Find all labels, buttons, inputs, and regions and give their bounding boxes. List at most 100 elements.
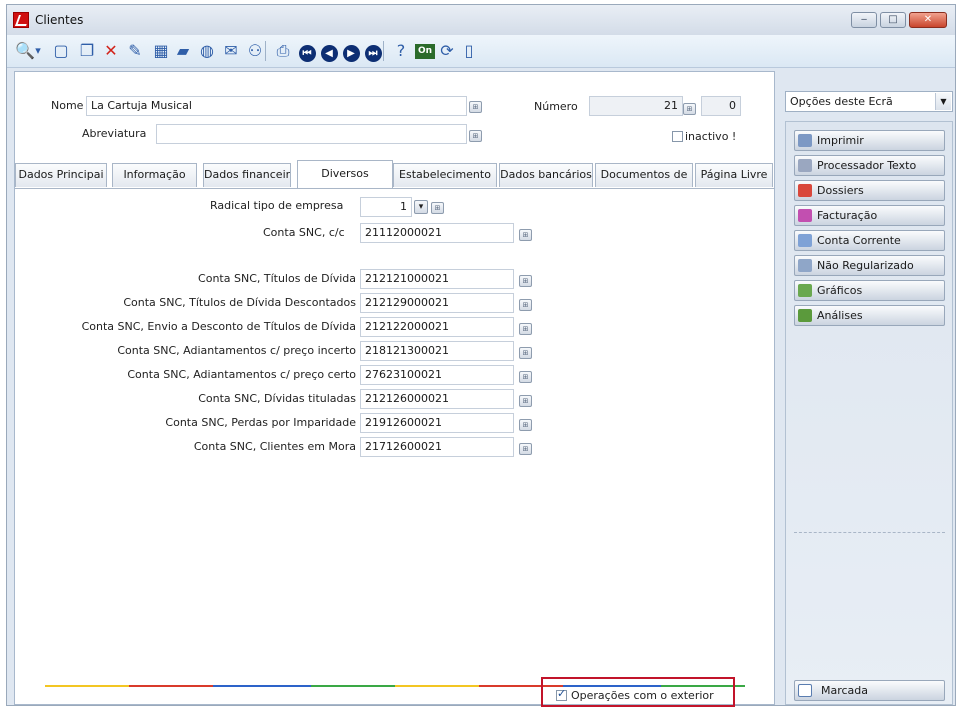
toolbar: 🔍 ▾ ▢ ❐ ✕ ✎ ▦ ▰ ◍ ✉ ⚇ ⎙ ⏮ ◀ ▶ ⏭? On ⟳ ▯	[7, 35, 955, 68]
numero-input[interactable]: 21	[589, 96, 683, 116]
conta-row-label: Conta SNC, Títulos de Dívida	[198, 272, 356, 285]
conta-row-input[interactable]: 212121000021	[360, 269, 514, 289]
new-document-icon[interactable]: ▢	[51, 41, 71, 61]
diversos-tab-panel: Radical tipo de empresa 1 ▾ ⊞ Conta SNC,…	[15, 188, 774, 707]
panel-divider	[794, 532, 945, 533]
title-bar: Clientes ‒ □ ✕	[7, 5, 955, 35]
chevron-down-icon[interactable]: ▼	[935, 93, 951, 110]
conta-row-input[interactable]: 212129000021	[360, 293, 514, 313]
help-icon[interactable]: ?	[391, 41, 411, 61]
side-button-label: Análises	[817, 309, 863, 322]
conta-row-input[interactable]: 218121300021	[360, 341, 514, 361]
database-icon[interactable]: ◍	[197, 41, 217, 61]
conta-row-label: Conta SNC, Dívidas tituladas	[198, 392, 356, 405]
on-icon[interactable]: On	[415, 44, 435, 59]
conta-row-input[interactable]: 21712600021	[360, 437, 514, 457]
conta-row-lookup-icon[interactable]: ⊞	[519, 275, 532, 287]
side-button-dossiers[interactable]: Dossiers	[794, 180, 945, 201]
conta-row-label: Conta SNC, Adiantamentos c/ preço certo	[127, 368, 356, 381]
radical-dropdown-button[interactable]: ▾	[414, 200, 428, 214]
side-button-label: Dossiers	[817, 184, 864, 197]
conta-cc-lookup-icon[interactable]: ⊞	[519, 229, 532, 241]
side-button-na-o-regularizado[interactable]: Não Regularizado	[794, 255, 945, 276]
nome-lookup-icon[interactable]: ⊞	[469, 101, 482, 113]
options-combo-value: Opções deste Ecrã	[790, 95, 893, 108]
abreviatura-input[interactable]	[156, 124, 467, 144]
copy-document-icon[interactable]: ❐	[77, 41, 97, 61]
abreviatura-label: Abreviatura	[82, 127, 147, 140]
binoculars-icon[interactable]: ⚇	[245, 41, 265, 61]
operacoes-exterior-checkbox[interactable]	[556, 687, 567, 701]
side-button-label: Gráficos	[817, 284, 863, 297]
side-button-conta-corrente[interactable]: Conta Corrente	[794, 230, 945, 251]
inactivo-checkbox[interactable]	[672, 131, 683, 142]
next-record-icon[interactable]: ▶	[341, 41, 361, 62]
close-button[interactable]: ✕	[909, 12, 947, 28]
edit-icon[interactable]: ✎	[125, 41, 145, 61]
tab-pa-gina-livre[interactable]: Página Livre	[695, 163, 773, 187]
conta-row-lookup-icon[interactable]: ⊞	[519, 299, 532, 311]
side-button-processador-texto[interactable]: Processador Texto	[794, 155, 945, 176]
window-title: Clientes	[35, 13, 84, 27]
conta-row-lookup-icon[interactable]: ⊞	[519, 395, 532, 407]
side-button-facturac-a-o[interactable]: Facturação	[794, 205, 945, 226]
conta-row-input[interactable]: 212126000021	[360, 389, 514, 409]
conta-row-lookup-icon[interactable]: ⊞	[519, 419, 532, 431]
dropdown-arrow-icon[interactable]: ▾	[33, 41, 43, 61]
marcada-label: Marcada	[821, 684, 869, 697]
print-preview-icon[interactable]: ⎙	[273, 41, 293, 61]
conta-row-input[interactable]: 27623100021	[360, 365, 514, 385]
previous-record-icon[interactable]: ◀	[319, 41, 339, 62]
side-button-imprimir[interactable]: Imprimir	[794, 130, 945, 151]
delete-icon[interactable]: ✕	[101, 41, 121, 61]
radical-label: Radical tipo de empresa	[210, 199, 344, 212]
abreviatura-lookup-icon[interactable]: ⊞	[469, 130, 482, 142]
tab-dados-financeir[interactable]: Dados financeir	[203, 163, 291, 187]
tab-diversos[interactable]: Diversos	[297, 160, 393, 188]
numero-lookup-icon[interactable]: ⊞	[683, 103, 696, 115]
conta-row-input[interactable]: 212122000021	[360, 317, 514, 337]
conta-row-lookup-icon[interactable]: ⊞	[519, 371, 532, 383]
mail-icon[interactable]: ✉	[221, 41, 241, 61]
refresh-icon[interactable]: ⟳	[437, 41, 457, 61]
grid-icon[interactable]: ▦	[151, 41, 171, 61]
options-panel: Marcada Imprimir Processador Texto Dossier…	[785, 121, 953, 705]
radical-select[interactable]: 1	[360, 197, 412, 217]
last-record-icon[interactable]: ⏭	[363, 41, 383, 62]
app-logo-icon	[13, 12, 29, 28]
side-button-label: Imprimir	[817, 134, 864, 147]
tab-estabelecimento[interactable]: Estabelecimento	[393, 163, 497, 187]
tab-dados-principai[interactable]: Dados Principai	[15, 163, 107, 187]
minimize-button[interactable]: ‒	[851, 12, 877, 28]
tab-informac-a-o[interactable]: Informação	[112, 163, 197, 187]
conta-row-lookup-icon[interactable]: ⊞	[519, 443, 532, 455]
folder-icon[interactable]: ▰	[173, 41, 193, 61]
first-record-icon[interactable]: ⏮	[297, 41, 317, 62]
conta-cc-label: Conta SNC, c/c	[263, 226, 345, 239]
tab-documentos-de[interactable]: Documentos de	[595, 163, 693, 187]
conta-row-label: Conta SNC, Perdas por Imparidade	[165, 416, 356, 429]
marcada-icon	[798, 684, 812, 697]
maximize-button[interactable]: □	[880, 12, 906, 28]
page-icon[interactable]: ▯	[459, 41, 479, 61]
pen-icon	[798, 159, 812, 172]
tab-dados-banca-rios[interactable]: Dados bancários	[499, 163, 593, 187]
nome-input[interactable]: La Cartuja Musical	[86, 96, 467, 116]
numero-label: Número	[534, 100, 578, 113]
clientes-window: Clientes ‒ □ ✕ 🔍 ▾ ▢ ❐ ✕ ✎ ▦ ▰ ◍ ✉ ⚇ ⎙ ⏮ ◀ ▶ ⏭? On ⟳ ▯ Nom…	[6, 4, 956, 707]
conta-row-lookup-icon[interactable]: ⊞	[519, 323, 532, 335]
analysis-icon	[798, 309, 812, 322]
side-button-ana-lises[interactable]: Análises	[794, 305, 945, 326]
conta-row-label: Conta SNC, Envio a Desconto de Títulos d…	[81, 320, 356, 333]
search-icon[interactable]: 🔍	[15, 41, 35, 61]
side-button-gra-ficos[interactable]: Gráficos	[794, 280, 945, 301]
numero-suffix-field[interactable]: 0	[701, 96, 741, 116]
toolbar-separator	[265, 41, 266, 61]
conta-row-input[interactable]: 21912600021	[360, 413, 514, 433]
radical-lookup-icon[interactable]: ⊞	[431, 202, 444, 214]
marcada-button[interactable]: Marcada	[794, 680, 945, 701]
conta-row-lookup-icon[interactable]: ⊞	[519, 347, 532, 359]
side-button-label: Conta Corrente	[817, 234, 901, 247]
conta-cc-input[interactable]: 21112000021	[360, 223, 514, 243]
options-combo[interactable]: Opções deste Ecrã ▼	[785, 91, 953, 112]
